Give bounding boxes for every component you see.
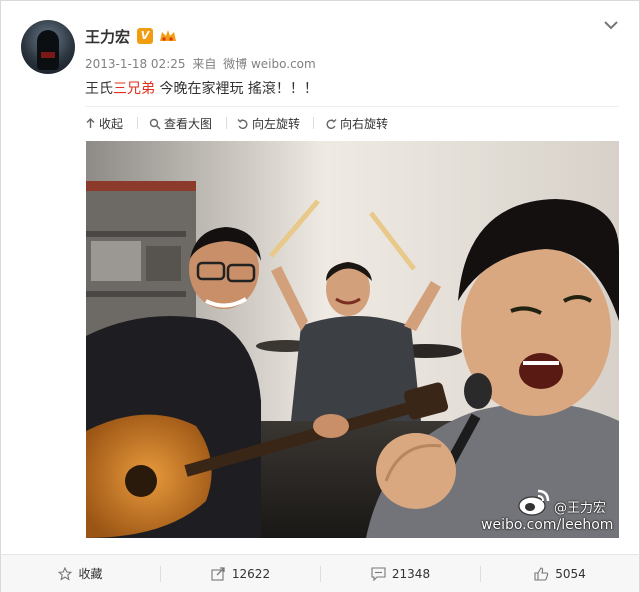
toolbar-divider xyxy=(226,117,227,129)
view-large-label: 查看大图 xyxy=(164,117,213,131)
like-count: 5054 xyxy=(555,566,586,581)
band-photo xyxy=(86,141,619,538)
post-source[interactable]: 微博 weibo.com xyxy=(223,57,316,71)
thumbs-up-icon xyxy=(534,566,549,581)
post-text: 王氏三兄弟 今晚在家裡玩 搖滾！！！ xyxy=(85,78,318,98)
view-large-button[interactable]: 查看大图 xyxy=(149,115,212,132)
chevron-down-icon[interactable] xyxy=(603,19,619,31)
author-name[interactable]: 王力宏 xyxy=(85,26,130,47)
rotate-left-button[interactable]: 向左旋转 xyxy=(237,115,300,132)
repost-icon xyxy=(211,566,225,581)
action-bar: 收藏 12622 21348 5054 xyxy=(1,554,639,592)
post-text-before: 王氏 xyxy=(85,81,113,97)
weibo-logo-icon xyxy=(518,489,550,516)
post-text-highlight[interactable]: 三兄弟 xyxy=(113,81,155,97)
rotate-right-button[interactable]: 向右旋转 xyxy=(325,115,388,132)
avatar[interactable] xyxy=(21,20,75,74)
comment-icon xyxy=(371,566,386,581)
post-timestamp[interactable]: 2013-1-18 02:25 xyxy=(85,57,186,71)
arrow-up-icon xyxy=(86,118,95,128)
toolbar-divider xyxy=(313,117,314,129)
collapse-label: 收起 xyxy=(99,117,124,131)
comment-button[interactable]: 21348 xyxy=(321,555,480,592)
watermark-url: weibo.com/leehom xyxy=(481,517,614,533)
member-crown-icon[interactable] xyxy=(159,28,177,44)
favorite-label: 收藏 xyxy=(78,567,103,581)
repost-count: 12622 xyxy=(231,566,271,581)
rotate-left-label: 向左旋转 xyxy=(252,117,301,131)
watermark-handle: @王力宏 xyxy=(554,501,607,516)
comment-count: 21348 xyxy=(391,566,431,581)
toolbar-divider xyxy=(137,117,138,129)
star-icon xyxy=(58,566,73,581)
like-button[interactable]: 5054 xyxy=(481,555,639,592)
rotate-right-icon xyxy=(326,118,337,129)
image-toolbar: 收起 查看大图 向左旋转 向右旋转 xyxy=(85,106,619,137)
search-icon xyxy=(149,118,161,130)
verified-badge-icon: V xyxy=(137,28,153,44)
source-prefix: 来自 xyxy=(192,57,217,71)
favorite-button[interactable]: 收藏 xyxy=(1,555,160,592)
post-text-after: 今晚在家裡玩 搖滾！！！ xyxy=(155,81,318,97)
rotate-right-label: 向右旋转 xyxy=(340,117,389,131)
post-photo[interactable] xyxy=(86,141,619,538)
post-meta: 2013-1-18 02:25 来自 微博 weibo.com xyxy=(85,55,319,72)
weibo-post-card: 王力宏 V 2013-1-18 02:25 来自 微博 weibo.com 王氏… xyxy=(0,0,640,592)
repost-button[interactable]: 12622 xyxy=(161,555,320,592)
collapse-button[interactable]: 收起 xyxy=(85,115,123,132)
rotate-left-icon xyxy=(237,118,248,129)
